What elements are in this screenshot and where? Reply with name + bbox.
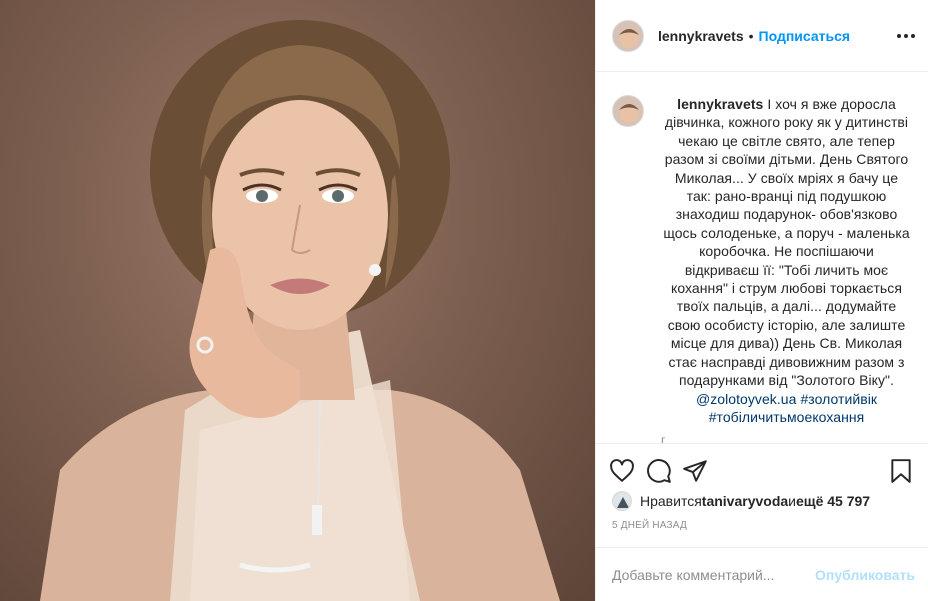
more-horizontal-icon[interactable] <box>897 28 915 44</box>
comment-icon[interactable] <box>646 458 672 484</box>
caption-body: І хоч я вже доросла дівчинка, кожного ро… <box>663 96 910 389</box>
instagram-post: lennykravets • Подписаться lennykravets … <box>0 0 928 601</box>
post-photo[interactable] <box>0 0 595 601</box>
heart-icon[interactable] <box>609 458 635 484</box>
caption-text: lennykravets І хоч я вже доросла дівчинк… <box>661 95 912 426</box>
add-comment-bar: Опубликовать <box>596 547 928 601</box>
caption: lennykravets І хоч я вже доросла дівчинк… <box>612 95 912 426</box>
post-header: lennykravets • Подписаться <box>596 0 928 72</box>
likes-middle: и <box>788 493 796 509</box>
post-sidebar: lennykravets • Подписаться lennykravets … <box>595 0 928 601</box>
post-timestamp[interactable]: 5 ДНЕЙ НАЗАД <box>612 520 687 531</box>
bookmark-icon[interactable] <box>888 458 914 484</box>
comment-input[interactable] <box>612 566 822 583</box>
caption-mention[interactable]: @zolotoyvek.ua <box>696 391 797 407</box>
publish-button[interactable]: Опубликовать <box>815 567 915 583</box>
author-username[interactable]: lennykravets <box>658 28 744 44</box>
caption-username[interactable]: lennykravets <box>677 96 763 112</box>
separator-dot: • <box>748 27 754 44</box>
likes-count[interactable]: ещё 45 797 <box>796 493 870 509</box>
partial-next-comment: г <box>661 433 666 443</box>
likes-row: Нравится tanivaryvoda и ещё 45 797 <box>612 490 870 512</box>
author-avatar[interactable] <box>612 19 644 52</box>
share-icon[interactable] <box>682 458 708 484</box>
comments-area[interactable]: lennykravets І хоч я вже доросла дівчинк… <box>596 73 928 443</box>
action-bar <box>596 443 928 495</box>
liker-avatar[interactable] <box>612 491 632 511</box>
portrait-illustration <box>40 20 560 601</box>
follow-button[interactable]: Подписаться <box>759 28 851 44</box>
likes-prefix: Нравится <box>640 493 702 509</box>
likes-user[interactable]: tanivaryvoda <box>702 493 788 509</box>
caption-avatar[interactable] <box>612 95 644 127</box>
